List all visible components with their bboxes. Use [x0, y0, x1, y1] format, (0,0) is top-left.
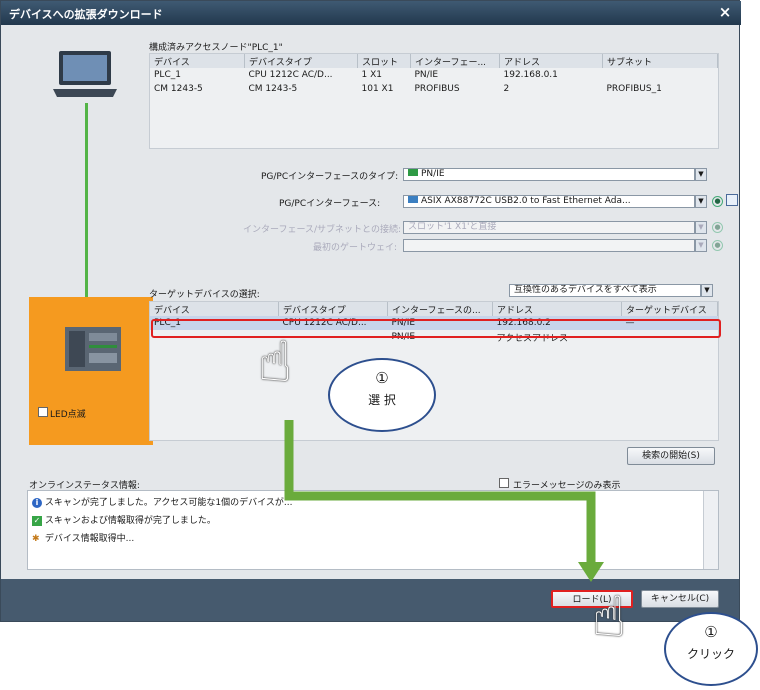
click-callout-text: クリック	[686, 647, 735, 661]
hand-pointer-icon: ☝	[258, 330, 293, 395]
click-callout-number: ①	[704, 623, 718, 641]
click-callout: ① クリック	[664, 612, 758, 686]
select-callout-text: 選 択	[368, 393, 396, 407]
hand-pointer-icon: ☝	[592, 585, 627, 650]
guide-arrow	[284, 420, 604, 582]
select-callout-number: ①	[375, 369, 389, 387]
select-callout: ① 選 択	[328, 358, 436, 432]
